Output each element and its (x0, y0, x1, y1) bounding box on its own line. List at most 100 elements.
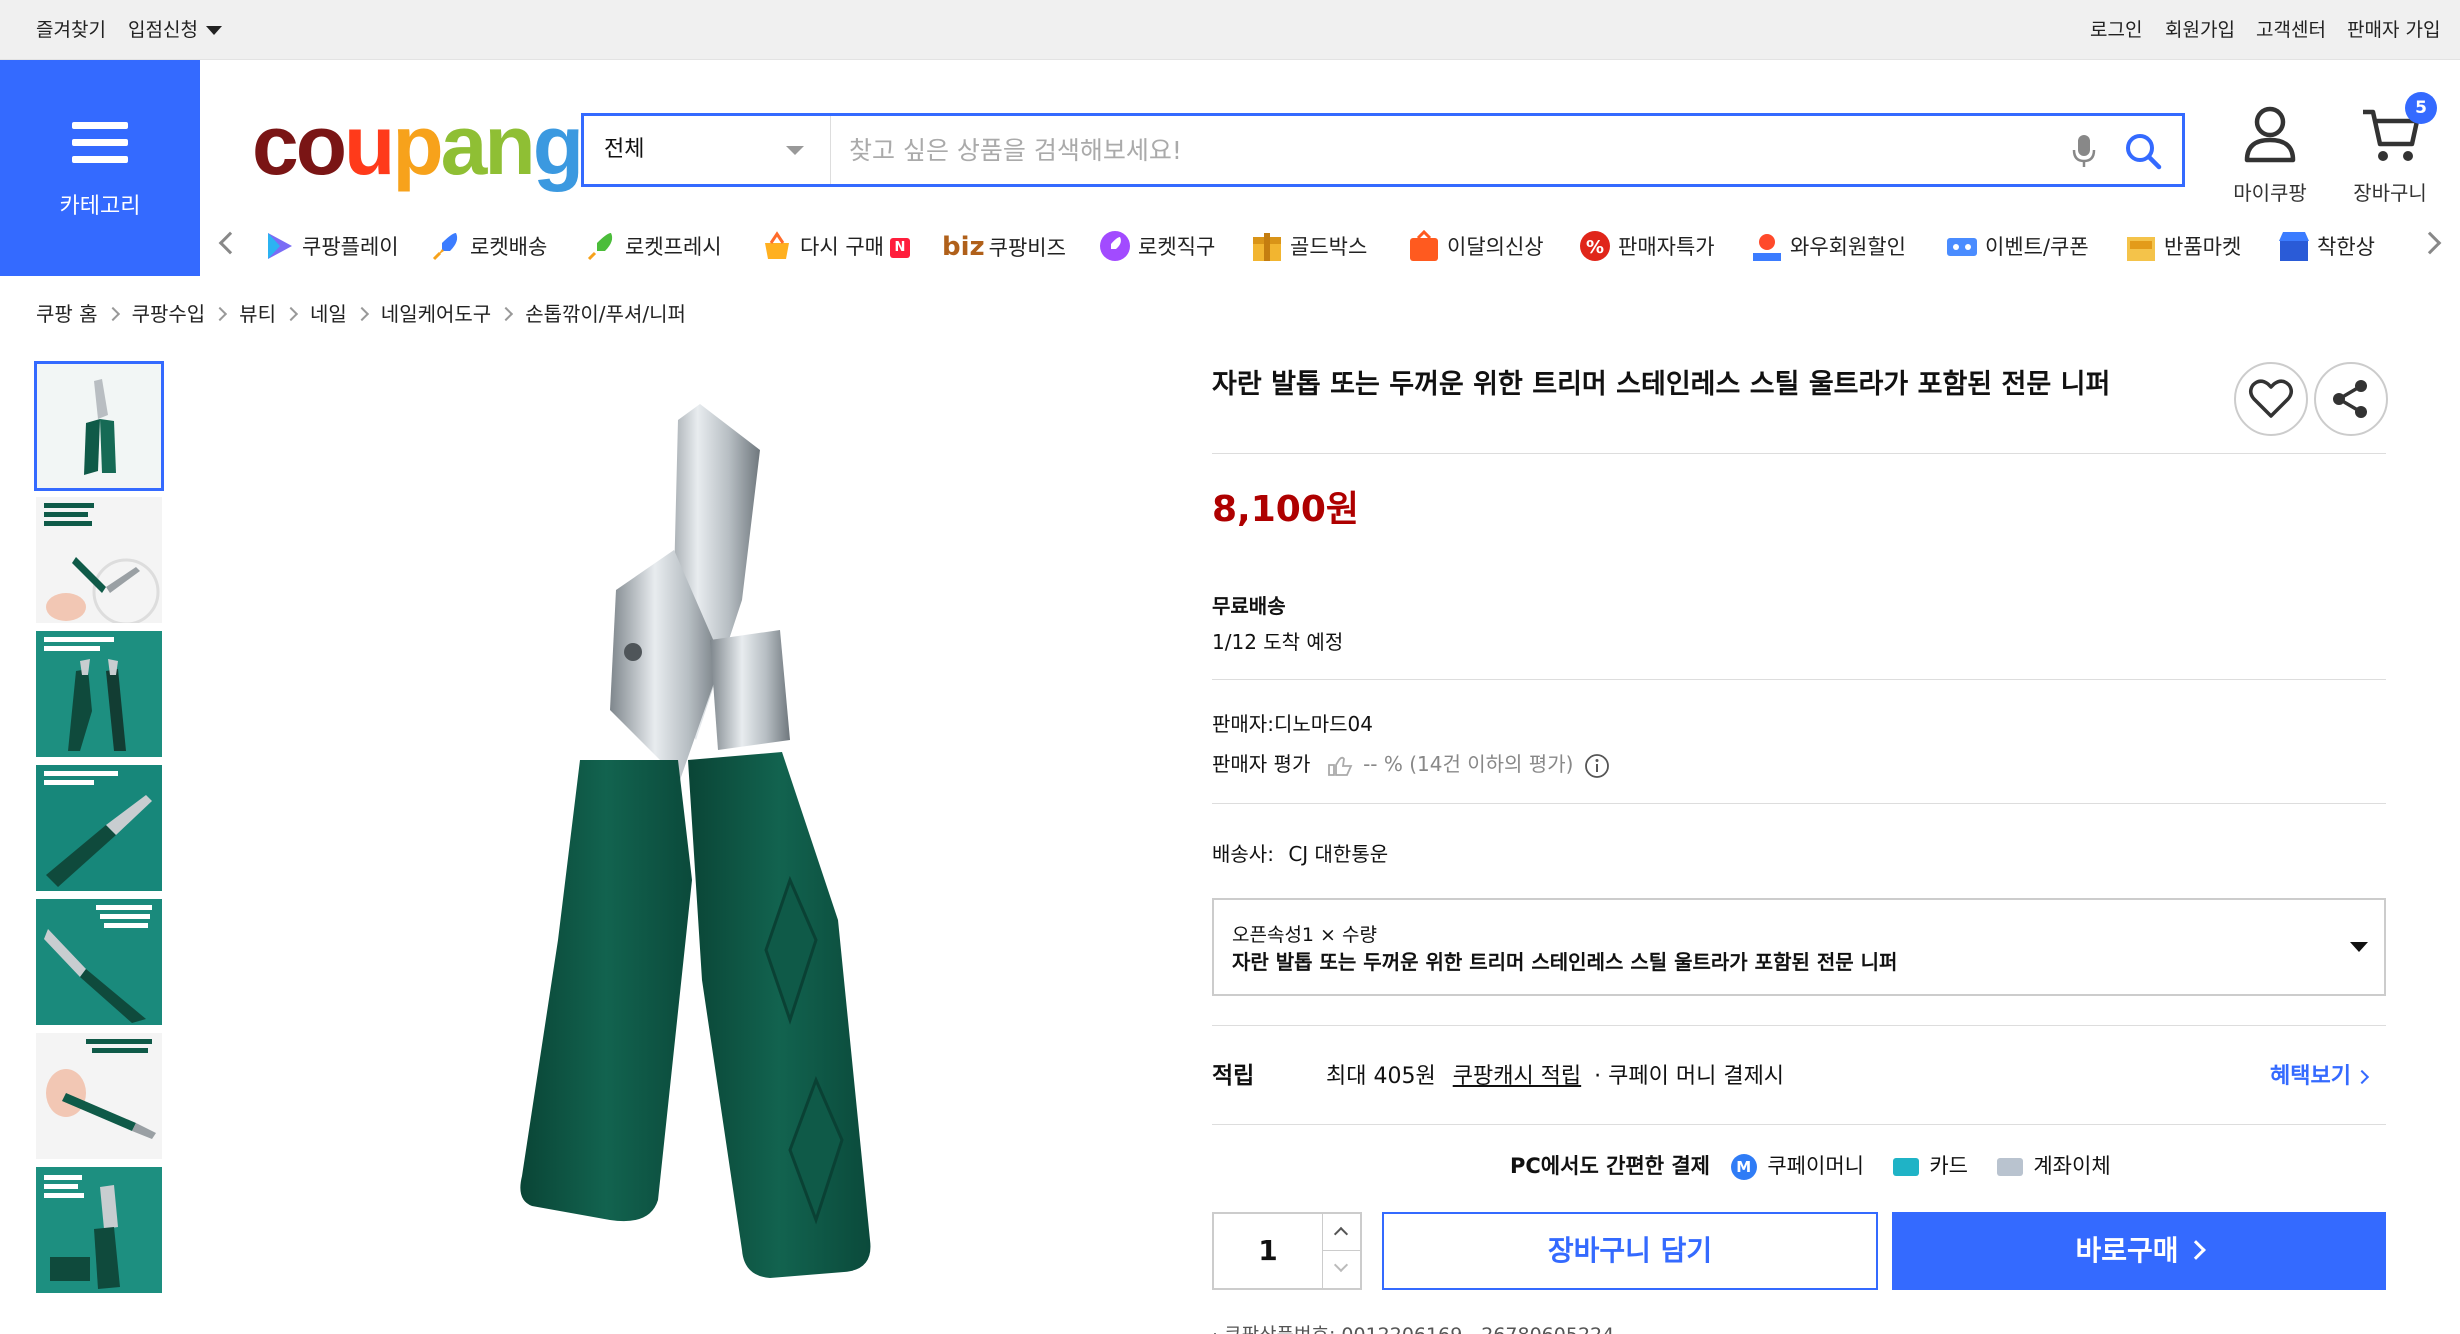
info-icon[interactable] (1584, 753, 1610, 779)
bookmark-link[interactable]: 즐겨찾기 (36, 0, 106, 60)
nav-item-goldbox[interactable]: 골드박스 (1250, 218, 1367, 276)
coupon-icon (1947, 238, 1977, 256)
seller-name[interactable]: 판매자:디노마드04 (1212, 708, 1373, 737)
nav-item-seller-special[interactable]: % 판매자특가 (1578, 218, 1715, 276)
cart-label: 장바구니 (2353, 181, 2427, 205)
nav-label: 쿠팡플레이 (302, 235, 399, 259)
carrier-name: CJ 대한통운 (1288, 842, 1389, 866)
basket-icon (765, 231, 789, 259)
nav-item-return-market[interactable]: 반품마켓 (2124, 218, 2241, 276)
thumbnail-image (44, 905, 152, 1023)
support-link[interactable]: 고객센터 (2256, 0, 2326, 60)
search-icon[interactable] (2124, 132, 2162, 170)
bank-transfer-icon (1996, 1158, 2023, 1176)
product-thumbnail[interactable] (34, 361, 164, 491)
nav-item-coupang-play[interactable]: 쿠팡플레이 (262, 218, 399, 276)
nav-item-event-coupon[interactable]: 이벤트/쿠폰 (1945, 218, 2089, 276)
apply-dropdown[interactable]: 입점신청 (128, 0, 222, 60)
seller-signup-link[interactable]: 판매자 가입 (2347, 0, 2440, 60)
nav-item-monthly-new[interactable]: 이달의신상 (1407, 218, 1544, 276)
wow-icon (1753, 234, 1781, 261)
thumbs-up-icon (1327, 756, 1353, 776)
login-link[interactable]: 로그인 (2090, 0, 2142, 60)
coupang-logo[interactable]: coupang (252, 100, 584, 190)
nav-item-rocket-direct[interactable]: 로켓직구 (1098, 218, 1215, 276)
breadcrumb-item[interactable]: 네일 (310, 302, 347, 326)
thumbnail-image (46, 1039, 156, 1139)
my-coupang-button[interactable]: 마이쿠팡 (2220, 104, 2320, 206)
quantity-value[interactable]: 1 (1214, 1214, 1322, 1288)
chevron-down-icon (1333, 1257, 1349, 1273)
nav-item-rocket-delivery[interactable]: 로켓배송 (430, 218, 547, 276)
share-button[interactable] (2314, 362, 2388, 436)
seller-rating: 판매자 평가 -- % (14건 이하의 평가) (1212, 748, 1610, 779)
thumbnail-image (44, 637, 126, 751)
shortcut-nav: 쿠팡플레이 로켓배송 로켓프레시 다시 구매 N biz 쿠팡비즈 로켓직구 골드박… (200, 218, 2460, 276)
search-input[interactable] (849, 128, 2049, 172)
nav-label: 반품마켓 (2164, 235, 2242, 259)
benefit-label: 혜택보기 (2270, 1064, 2351, 1089)
quantity-decrease-button[interactable] (1322, 1251, 1360, 1288)
divider (1212, 679, 2386, 680)
payment-option: 카드 (1929, 1154, 1968, 1178)
product-thumbnail[interactable] (36, 1033, 162, 1159)
nav-item-wow-discount[interactable]: 와우회원할인 (1750, 218, 1906, 276)
breadcrumb-item[interactable]: 쿠팡수입 (132, 302, 206, 326)
quantity-increase-button[interactable] (1322, 1214, 1360, 1251)
svg-text:%: % (1586, 237, 1604, 258)
carrier-label: 배송사: (1212, 842, 1274, 866)
chevron-right-icon (283, 306, 299, 321)
caret-down-icon (2350, 942, 2368, 952)
option-select[interactable]: 오픈속성1 × 수량 자란 발톱 또는 두꺼운 위한 트리머 스테인레스 스틸 … (1212, 898, 2386, 996)
chevron-right-icon (213, 306, 228, 321)
breadcrumb-item[interactable]: 손톱깎이/푸셔/니퍼 (525, 302, 686, 326)
breadcrumb-item[interactable]: 쿠팡 홈 (36, 302, 98, 326)
payment-methods: PC에서도 간편한 결제 M 쿠페이머니 카드 계좌이체 (1510, 1150, 2111, 1180)
chevron-right-icon (2185, 1240, 2206, 1260)
reward-cash-link[interactable]: 쿠팡캐시 적립 (1453, 1064, 1581, 1089)
reward-text: 최대 405원 쿠팡캐시 적립 · 쿠페이 머니 결제시 (1326, 1058, 1784, 1090)
new-badge: N (889, 238, 910, 258)
add-to-cart-button[interactable]: 장바구니 담기 (1382, 1212, 1878, 1290)
caret-down-icon (205, 26, 222, 35)
seller-rating-value: -- % (14건 이하의 평가) (1363, 752, 1574, 776)
search-scope-select[interactable]: 전체 (584, 116, 831, 184)
microphone-icon[interactable] (2072, 134, 2096, 168)
buy-now-button[interactable]: 바로구매 (1892, 1212, 2386, 1290)
nav-label: 골드박스 (1290, 235, 1368, 259)
payment-title: PC에서도 간편한 결제 (1510, 1154, 1710, 1178)
product-thumbnail[interactable] (36, 1167, 162, 1293)
signup-link[interactable]: 회원가입 (2165, 0, 2235, 60)
main-product-image (520, 404, 871, 1278)
wishlist-button[interactable] (2234, 362, 2308, 436)
benefit-link[interactable]: 혜택보기 (2270, 1058, 2370, 1090)
divider (1212, 1025, 2386, 1026)
search-scope-value: 전체 (604, 137, 645, 162)
product-title: 자란 발톱 또는 두꺼운 위한 트리머 스테인레스 스틸 울트라가 포함된 전문… (1212, 369, 2111, 400)
chevron-right-icon (2354, 1069, 2370, 1085)
new-icon (1410, 229, 1438, 261)
store-icon (2279, 232, 2309, 261)
nav-next-icon[interactable] (2418, 231, 2442, 255)
nav-prev-icon[interactable] (218, 231, 242, 255)
divider (1212, 453, 2386, 454)
nav-item-coupang-biz[interactable]: biz 쿠팡비즈 (942, 218, 1066, 276)
product-thumbnail[interactable] (36, 899, 162, 1025)
option-value: 자란 발톱 또는 두꺼운 위한 트리머 스테인레스 스틸 울트라가 포함된 전문… (1232, 950, 1898, 974)
chevron-right-icon (499, 306, 514, 321)
reward-condition: · 쿠페이 머니 결제시 (1594, 1064, 1785, 1089)
top-utility-bar: 즐겨찾기 입점신청 로그인 회원가입 고객센터 판매자 가입 (0, 0, 2460, 60)
product-thumbnail[interactable] (36, 631, 162, 757)
product-thumbnail[interactable] (36, 497, 162, 623)
chevron-right-icon (354, 306, 369, 321)
cart-count-badge: 5 (2405, 92, 2437, 124)
nav-item-rebuy[interactable]: 다시 구매 N (760, 218, 910, 276)
breadcrumb-item[interactable]: 네일케어도구 (381, 302, 491, 326)
apply-label: 입점신청 (128, 19, 198, 41)
product-thumbnail[interactable] (36, 765, 162, 891)
nav-item-rocket-fresh[interactable]: 로켓프레시 (585, 218, 722, 276)
category-menu-button[interactable]: 카테고리 (0, 60, 200, 276)
coupay-money-icon: M (1730, 1154, 1757, 1180)
nav-item-good-store[interactable]: 착한상 (2277, 218, 2387, 276)
breadcrumb-item[interactable]: 뷰티 (239, 302, 276, 326)
